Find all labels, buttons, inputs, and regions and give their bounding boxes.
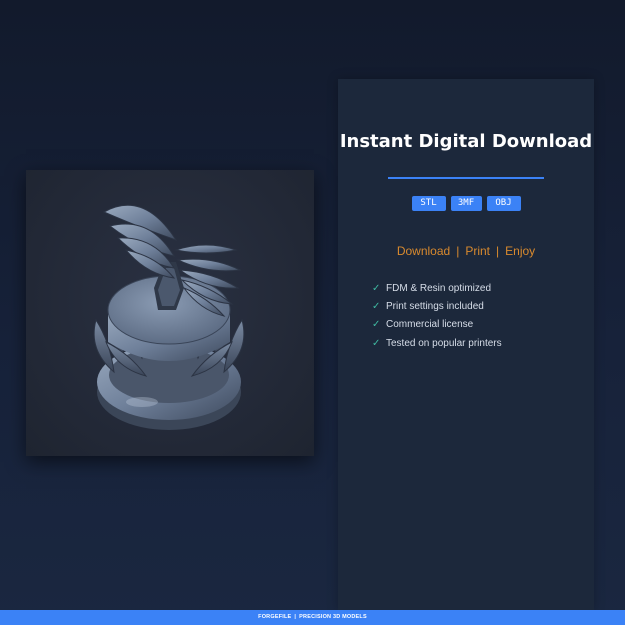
- format-badges: STL 3MF OBJ: [338, 196, 594, 211]
- tagline-download: Download: [396, 244, 451, 258]
- format-badge-3mf: 3MF: [450, 196, 482, 211]
- tagline-enjoy: Enjoy: [505, 244, 536, 258]
- check-icon: ✓: [372, 300, 381, 312]
- tagline: Download | Print | Enjoy: [338, 244, 594, 258]
- tagline-separator: |: [496, 244, 500, 258]
- check-icon: ✓: [372, 337, 381, 349]
- footer-separator: |: [294, 614, 297, 620]
- list-item: ✓ Commercial license: [372, 316, 502, 334]
- footer-slogan: PRECISION 3D MODELS: [299, 614, 367, 620]
- winged-helmet-model-icon: [93, 204, 245, 430]
- list-item: ✓ Tested on popular printers: [372, 334, 502, 352]
- feature-label: Commercial license: [386, 319, 474, 331]
- footer-bar: FORGEFILE | PRECISION 3D MODELS: [0, 610, 625, 625]
- list-item: ✓ Print settings included: [372, 297, 502, 315]
- feature-list: ✓ FDM & Resin optimized ✓ Print settings…: [372, 279, 502, 352]
- page-title: Instant Digital Download: [339, 131, 593, 152]
- model-preview: [26, 170, 314, 456]
- check-icon: ✓: [372, 282, 381, 294]
- tagline-print: Print: [465, 244, 491, 258]
- feature-label: Tested on popular printers: [386, 337, 502, 349]
- format-badge-obj: OBJ: [486, 196, 521, 211]
- check-icon: ✓: [372, 319, 381, 331]
- title-underline: [388, 177, 544, 179]
- feature-label: Print settings included: [386, 300, 484, 312]
- tagline-separator: |: [456, 244, 460, 258]
- feature-label: FDM & Resin optimized: [386, 282, 492, 294]
- format-badge-stl: STL: [411, 196, 446, 211]
- list-item: ✓ FDM & Resin optimized: [372, 279, 502, 297]
- footer-brand: FORGEFILE: [258, 614, 292, 620]
- product-info-panel: Instant Digital Download STL 3MF OBJ Dow…: [338, 79, 594, 610]
